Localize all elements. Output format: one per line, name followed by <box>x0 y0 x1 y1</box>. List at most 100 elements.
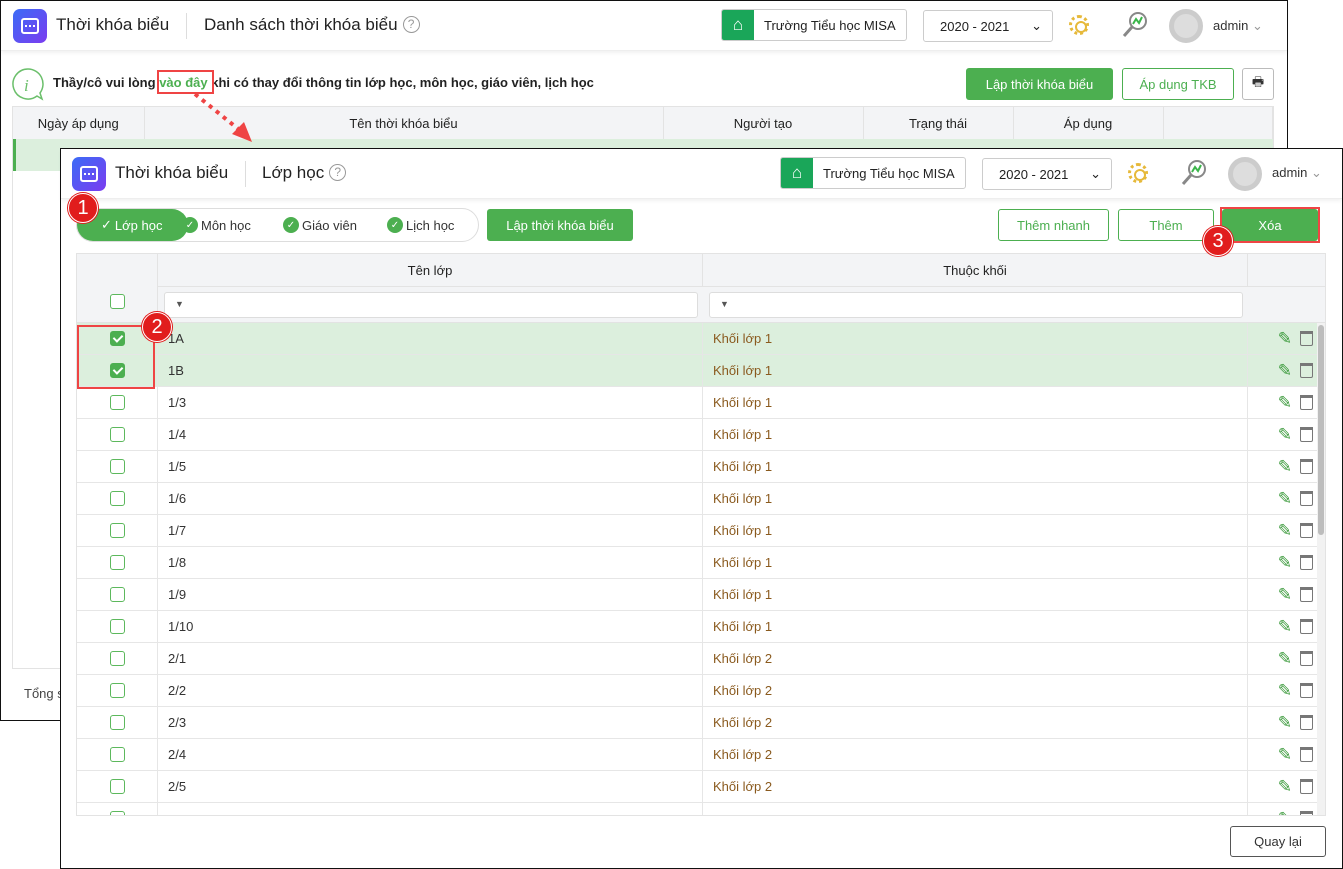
user-menu[interactable]: admin ⌄ <box>1272 165 1322 181</box>
table-row[interactable]: 1/3 Khối lớp 1 ✎ <box>77 387 1317 419</box>
apply-timetable-button[interactable]: Áp dụng TKB <box>1122 68 1234 100</box>
search-analytics-icon[interactable] <box>1121 11 1149 39</box>
avatar[interactable] <box>1169 9 1203 43</box>
row-checkbox[interactable] <box>109 459 125 474</box>
edit-icon[interactable]: ✎ <box>1278 489 1292 509</box>
row-checkbox[interactable] <box>109 395 125 410</box>
table-row[interactable]: 1A Khối lớp 1 ✎ <box>77 323 1317 355</box>
print-button[interactable]: 🖶 <box>1242 68 1274 100</box>
year-select[interactable]: 2020 - 2021 ⌄ <box>923 10 1053 42</box>
trash-icon[interactable] <box>1300 779 1313 794</box>
table-row[interactable]: 2/5 Khối lớp 2 ✎ <box>77 771 1317 803</box>
create-timetable-button[interactable]: Lập thời khóa biểu <box>966 68 1113 100</box>
select-all-checkbox[interactable] <box>109 294 125 309</box>
column-header[interactable]: Thuộc khối <box>703 254 1248 287</box>
row-checkbox[interactable] <box>109 683 125 698</box>
edit-icon[interactable]: ✎ <box>1278 617 1292 637</box>
user-menu[interactable]: admin ⌄ <box>1213 18 1263 34</box>
school-selector[interactable]: ⌂ Trường Tiểu học MISA <box>780 157 966 189</box>
grade-cell: Khối lớp 1 <box>703 355 1248 386</box>
trash-icon[interactable] <box>1300 491 1313 506</box>
column-header[interactable]: Áp dụng <box>1013 107 1164 139</box>
tab-subject[interactable]: ✓ Môn học <box>182 209 251 241</box>
table-row[interactable]: 2/2 Khối lớp 2 ✎ <box>77 675 1317 707</box>
class-name-cell: 2/1 <box>158 643 703 674</box>
help-icon[interactable]: ? <box>402 16 420 33</box>
edit-icon[interactable]: ✎ <box>1278 649 1292 669</box>
create-timetable-button[interactable]: Lập thời khóa biểu <box>487 209 633 241</box>
table-row[interactable]: 1/6 Khối lớp 1 ✎ <box>77 483 1317 515</box>
table-row[interactable]: 2/1 Khối lớp 2 ✎ <box>77 643 1317 675</box>
edit-icon[interactable]: ✎ <box>1278 681 1292 701</box>
trash-icon[interactable] <box>1300 395 1313 410</box>
year-select[interactable]: 2020 - 2021 ⌄ <box>982 158 1112 190</box>
tab-teacher[interactable]: ✓ Giáo viên <box>283 209 357 241</box>
trash-icon[interactable] <box>1300 747 1313 762</box>
edit-icon[interactable]: ✎ <box>1278 777 1292 797</box>
row-checkbox[interactable] <box>109 491 125 506</box>
add-button[interactable]: Thêm <box>1118 209 1214 241</box>
row-checkbox[interactable] <box>109 427 125 442</box>
table-row[interactable]: 1/5 Khối lớp 1 ✎ <box>77 451 1317 483</box>
edit-icon[interactable]: ✎ <box>1278 809 1292 816</box>
grade-filter[interactable]: ▼ <box>709 292 1243 318</box>
avatar[interactable] <box>1228 157 1262 191</box>
edit-icon[interactable]: ✎ <box>1278 425 1292 445</box>
gear-icon[interactable] <box>1069 15 1089 35</box>
trash-icon[interactable] <box>1300 459 1313 474</box>
scrollbar-thumb[interactable] <box>1318 325 1324 535</box>
gear-icon[interactable] <box>1128 163 1148 183</box>
back-button[interactable]: Quay lại <box>1230 826 1326 857</box>
row-checkbox[interactable] <box>109 715 125 730</box>
table-row[interactable]: 1/10 Khối lớp 1 ✎ <box>77 611 1317 643</box>
edit-icon[interactable]: ✎ <box>1278 393 1292 413</box>
tab-schedule[interactable]: ✓ Lịch học <box>387 209 454 241</box>
edit-icon[interactable]: ✎ <box>1278 457 1292 477</box>
column-header[interactable]: Người tạo <box>663 107 864 139</box>
trash-icon[interactable] <box>1300 651 1313 666</box>
trash-icon[interactable] <box>1300 619 1313 634</box>
row-checkbox[interactable] <box>109 651 125 666</box>
table-row[interactable]: 1/4 Khối lớp 1 ✎ <box>77 419 1317 451</box>
trash-icon[interactable] <box>1300 715 1313 730</box>
column-header[interactable]: Ngày áp dụng <box>13 107 145 139</box>
table-row[interactable]: 2/3 Khối lớp 2 ✎ <box>77 707 1317 739</box>
search-analytics-icon[interactable] <box>1180 159 1208 187</box>
table-row[interactable]: 1/7 Khối lớp 1 ✎ <box>77 515 1317 547</box>
row-checkbox[interactable] <box>109 747 125 762</box>
trash-icon[interactable] <box>1300 331 1313 346</box>
column-header[interactable]: Trạng thái <box>863 107 1014 139</box>
row-checkbox[interactable] <box>109 811 125 815</box>
table-row[interactable]: 1B Khối lớp 1 ✎ <box>77 355 1317 387</box>
edit-icon[interactable]: ✎ <box>1278 521 1292 541</box>
row-checkbox[interactable] <box>109 523 125 538</box>
row-checkbox[interactable] <box>109 779 125 794</box>
class-name-cell: 1/5 <box>158 451 703 482</box>
trash-icon[interactable] <box>1300 683 1313 698</box>
edit-icon[interactable]: ✎ <box>1278 361 1292 381</box>
edit-icon[interactable]: ✎ <box>1278 585 1292 605</box>
quick-add-button[interactable]: Thêm nhanh <box>998 209 1109 241</box>
row-checkbox[interactable] <box>109 587 125 602</box>
scrollbar[interactable] <box>1317 323 1325 815</box>
trash-icon[interactable] <box>1300 427 1313 442</box>
trash-icon[interactable] <box>1300 363 1313 378</box>
row-checkbox[interactable] <box>109 619 125 634</box>
class-name-filter[interactable]: ▼ <box>164 292 698 318</box>
edit-icon[interactable]: ✎ <box>1278 553 1292 573</box>
table-row[interactable]: ✎ <box>77 803 1317 816</box>
school-selector[interactable]: ⌂ Trường Tiểu học MISA <box>721 9 907 41</box>
row-checkbox[interactable] <box>109 555 125 570</box>
help-icon[interactable]: ? <box>329 164 347 181</box>
trash-icon[interactable] <box>1300 523 1313 538</box>
trash-icon[interactable] <box>1300 587 1313 602</box>
trash-icon[interactable] <box>1300 555 1313 570</box>
trash-icon[interactable] <box>1300 811 1313 815</box>
table-row[interactable]: 1/9 Khối lớp 1 ✎ <box>77 579 1317 611</box>
edit-icon[interactable]: ✎ <box>1278 329 1292 349</box>
table-row[interactable]: 2/4 Khối lớp 2 ✎ <box>77 739 1317 771</box>
table-row[interactable]: 1/8 Khối lớp 1 ✎ <box>77 547 1317 579</box>
column-header[interactable]: Tên lớp <box>158 254 703 287</box>
edit-icon[interactable]: ✎ <box>1278 745 1292 765</box>
edit-icon[interactable]: ✎ <box>1278 713 1292 733</box>
